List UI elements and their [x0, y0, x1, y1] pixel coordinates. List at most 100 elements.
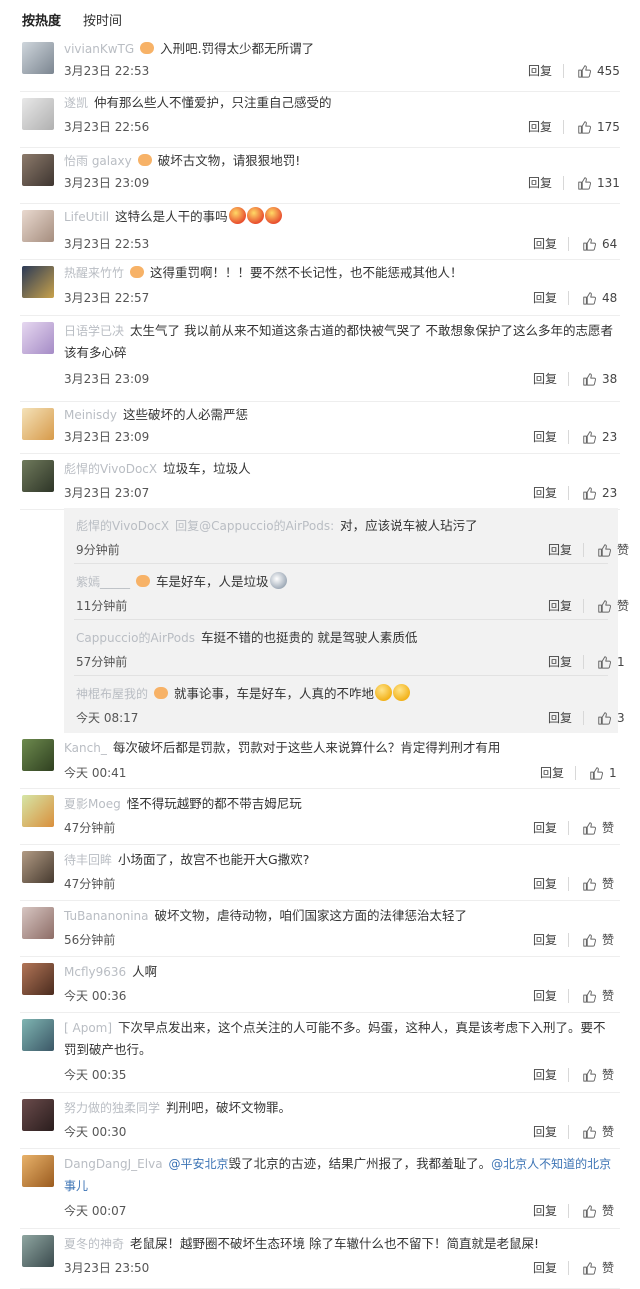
like-button[interactable]: 131	[577, 174, 620, 192]
username[interactable]: 夏冬的神奇	[64, 1237, 124, 1251]
like-button[interactable]: 赞	[582, 987, 614, 1005]
like-button[interactable]: 455	[577, 62, 620, 80]
username[interactable]: 热醒来竹竹	[64, 266, 124, 280]
like-button[interactable]: 赞	[582, 1066, 614, 1084]
action-divider	[568, 291, 569, 305]
reply-button[interactable]: 回复	[533, 987, 557, 1005]
comment-body: 遂凯 仲有那么些人不懂爱护，只注重自己感受的	[64, 92, 618, 114]
avatar[interactable]	[22, 154, 54, 186]
avatar[interactable]	[22, 795, 54, 827]
username[interactable]: 夏影Moeg	[64, 797, 121, 811]
reply-button[interactable]: 回复	[533, 931, 557, 949]
username[interactable]: Kanch_	[64, 741, 107, 755]
username[interactable]: Meinisdy	[64, 408, 117, 422]
avatar[interactable]	[22, 851, 54, 883]
like-button[interactable]: 1	[589, 764, 617, 782]
like-button[interactable]: 23	[582, 428, 617, 446]
reply-button[interactable]: 回复	[548, 653, 572, 671]
comment-body: 彪悍的VivoDocX 垃圾车，垃圾人	[64, 458, 618, 480]
avatar[interactable]	[22, 907, 54, 939]
like-count: 48	[602, 291, 618, 305]
username[interactable]: LifeUtill	[64, 210, 109, 224]
username[interactable]: DangDangJ_Elva	[64, 1157, 163, 1171]
like-button[interactable]: 赞	[582, 1123, 614, 1141]
reply-button[interactable]: 回复	[548, 541, 572, 559]
thumb-up-icon	[583, 1126, 596, 1139]
like-button[interactable]: 赞	[582, 819, 614, 837]
avatar[interactable]	[22, 210, 54, 242]
username[interactable]: 紫嫣_____	[76, 575, 130, 589]
avatar[interactable]	[22, 408, 54, 440]
reply-button[interactable]: 回复	[533, 1202, 557, 1220]
like-button[interactable]: 64	[582, 235, 617, 253]
like-button[interactable]: 赞	[582, 1259, 614, 1277]
tab-by-time[interactable]: 按时间	[83, 10, 122, 29]
comment-body: 待丰回眸 小场面了，故宫不也能开大G撒欢?	[64, 849, 618, 871]
comment-item: DangDangJ_Elva @平安北京毁了北京的古迹，结果广州报了，我都羞耻了。…	[0, 1149, 640, 1229]
reply-button[interactable]: 回复	[533, 1259, 557, 1277]
avatar[interactable]	[22, 460, 54, 492]
avatar[interactable]	[22, 1099, 54, 1131]
reply-button[interactable]: 回复	[533, 235, 557, 253]
like-button[interactable]: 赞	[582, 1202, 614, 1220]
like-button[interactable]: 175	[577, 118, 620, 136]
avatar[interactable]	[22, 1235, 54, 1267]
avatar[interactable]	[22, 98, 54, 130]
like-button[interactable]: 赞	[597, 597, 629, 615]
username[interactable]: 怡雨 galaxy	[64, 154, 132, 168]
avatar[interactable]	[22, 739, 54, 771]
thumb-up-icon	[583, 878, 596, 891]
reply-button[interactable]: 回复	[533, 428, 557, 446]
username[interactable]: [ Apom]	[64, 1021, 112, 1035]
reply-button[interactable]: 回复	[533, 370, 557, 388]
thumb-up-icon	[590, 767, 603, 780]
username[interactable]: 努力做的独柔同学	[64, 1101, 160, 1115]
reply-button[interactable]: 回复	[548, 597, 572, 615]
reply-button[interactable]: 回复	[533, 819, 557, 837]
action-divider	[563, 64, 564, 78]
reply-button[interactable]: 回复	[533, 484, 557, 502]
reply-button[interactable]: 回复	[528, 118, 552, 136]
avatar[interactable]	[22, 1155, 54, 1187]
reply-button[interactable]: 回复	[528, 174, 552, 192]
like-button[interactable]: 23	[582, 484, 617, 502]
username[interactable]: 待丰回眸	[64, 853, 112, 867]
avatar[interactable]	[22, 42, 54, 74]
username[interactable]: Cappuccio的AirPods	[76, 631, 195, 645]
reply-button[interactable]: 回复	[533, 1066, 557, 1084]
username[interactable]: 神棍布屋我的	[76, 687, 148, 701]
like-button[interactable]: 1	[597, 653, 625, 671]
avatar[interactable]	[22, 266, 54, 298]
username[interactable]: 彪悍的VivoDocX	[64, 462, 157, 476]
comment-text: 人啊	[132, 964, 158, 979]
username[interactable]: 日语学已决	[64, 324, 124, 338]
mention-link[interactable]: @平安北京	[169, 1157, 229, 1171]
like-button[interactable]: 38	[582, 370, 617, 388]
username[interactable]: 遂凯	[64, 96, 88, 110]
avatar[interactable]	[22, 1019, 54, 1051]
username[interactable]: Mcfly9636	[64, 965, 126, 979]
comment-item: vivianKwTG 入刑吧.罚得太少都无所谓了 3月23日 22:53 回复 455	[0, 36, 640, 92]
reply-button[interactable]: 回复	[533, 289, 557, 307]
username[interactable]: TuBananonina	[64, 909, 149, 923]
username[interactable]: vivianKwTG	[64, 42, 134, 56]
reply-button[interactable]: 回复	[533, 875, 557, 893]
avatar[interactable]	[22, 963, 54, 995]
sort-tabs: 按热度 按时间	[22, 8, 122, 30]
reply-button[interactable]: 回复	[540, 764, 564, 782]
comment-body: Mcfly9636 人啊	[64, 961, 618, 983]
username[interactable]: 彪悍的VivoDocX	[76, 519, 169, 533]
like-button[interactable]: 赞	[582, 931, 614, 949]
reply-button[interactable]: 回复	[528, 62, 552, 80]
comment-text: 车挺不错的也挺贵的 就是驾驶人素质低	[200, 630, 418, 645]
tab-by-hot[interactable]: 按热度	[22, 10, 61, 29]
like-button[interactable]: 48	[582, 289, 617, 307]
reply-item: 神棍布屋我的 就事论事，车是好车，人真的不咋地 今天 08:17 回复 3	[64, 676, 625, 733]
reply-button[interactable]: 回复	[533, 1123, 557, 1141]
like-button[interactable]: 赞	[582, 875, 614, 893]
action-divider	[583, 655, 584, 669]
like-button[interactable]: 赞	[597, 541, 629, 559]
like-button[interactable]: 3	[597, 709, 625, 727]
reply-button[interactable]: 回复	[548, 709, 572, 727]
avatar[interactable]	[22, 322, 54, 354]
